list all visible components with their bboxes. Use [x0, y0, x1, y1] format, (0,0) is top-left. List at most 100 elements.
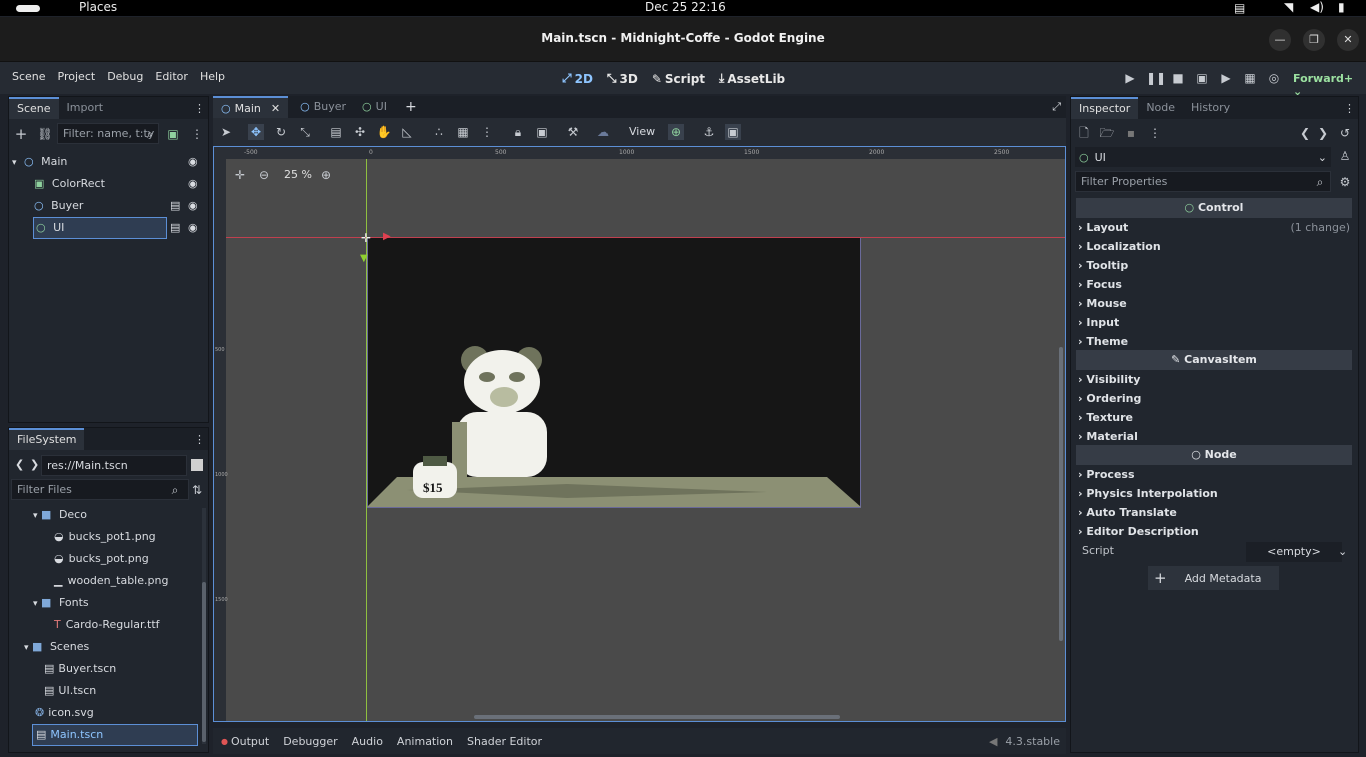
- mode-script-button[interactable]: ✎ Script: [652, 72, 705, 86]
- section-canvasitem[interactable]: ✎ CanvasItem: [1076, 350, 1352, 370]
- folder-scenes[interactable]: ▾ ■ Scenes: [24, 636, 89, 658]
- menu-scene[interactable]: Scene: [12, 70, 46, 83]
- file-bucks-pot1[interactable]: ◒ bucks_pot1.png: [54, 526, 156, 548]
- tab-output[interactable]: Output: [231, 735, 269, 748]
- tab-node[interactable]: Node: [1138, 97, 1183, 119]
- add-tab-icon[interactable]: +: [405, 99, 417, 115]
- tree-node-main[interactable]: ▾ ○ Main ◉: [12, 151, 206, 173]
- prop-layout[interactable]: › Layout (1 change): [1078, 218, 1352, 237]
- folder-deco[interactable]: ▾ ■ Deco: [33, 504, 87, 526]
- pan-tool-icon[interactable]: ✋: [376, 124, 392, 140]
- file-icon-svg[interactable]: ❂ icon.svg: [35, 702, 94, 724]
- activities-pill[interactable]: [16, 5, 40, 12]
- visibility-icon[interactable]: ◉: [188, 217, 198, 239]
- zoom-in-icon[interactable]: ⊕: [318, 167, 334, 183]
- prop-visibility[interactable]: › Visibility: [1078, 370, 1352, 389]
- grid-snap-icon[interactable]: ▦: [455, 124, 471, 140]
- selected-object-select[interactable]: ○ UI ⌄: [1075, 147, 1331, 167]
- file-bucks-pot[interactable]: ◒ bucks_pot.png: [54, 548, 149, 570]
- prop-input[interactable]: › Input: [1078, 313, 1352, 332]
- object-properties-icon[interactable]: ♙: [1337, 148, 1353, 164]
- scene-tab-buyer[interactable]: ○ Buyer: [292, 96, 354, 118]
- move-gizmo-x-icon[interactable]: ▶: [383, 231, 391, 242]
- scene-instance-icon[interactable]: ▤: [170, 195, 180, 217]
- group-icon[interactable]: ▣: [534, 124, 550, 140]
- distraction-free-icon[interactable]: ⤢: [1052, 100, 1061, 114]
- places-menu[interactable]: Places: [79, 0, 117, 14]
- menu-editor[interactable]: Editor: [155, 70, 188, 83]
- vertical-ruler[interactable]: [214, 147, 226, 721]
- menu-help[interactable]: Help: [200, 70, 225, 83]
- path-input[interactable]: res://Main.tscn: [41, 455, 187, 476]
- center-view-icon[interactable]: ✛: [232, 167, 248, 183]
- prop-process[interactable]: › Process: [1078, 465, 1352, 484]
- renderer-select[interactable]: Forward+ ⌄: [1293, 72, 1366, 98]
- battery-icon[interactable]: ▮: [1338, 0, 1345, 14]
- tab-audio[interactable]: Audio: [352, 735, 383, 748]
- resource-menu-icon[interactable]: ⋮: [1147, 125, 1163, 141]
- back-icon[interactable]: ❮: [15, 458, 24, 471]
- prop-tooltip[interactable]: › Tooltip: [1078, 256, 1352, 275]
- save-resource-icon[interactable]: ▪: [1123, 125, 1139, 141]
- ruler-tool-icon[interactable]: ◺: [399, 124, 415, 140]
- version-label[interactable]: 4.3.stable: [1005, 735, 1060, 748]
- tree-node-ui[interactable]: ○ UI ▤ ◉: [33, 217, 206, 239]
- particles-icon[interactable]: ☁: [595, 124, 611, 140]
- scene-instance-icon[interactable]: ▤: [170, 217, 180, 239]
- stop-icon[interactable]: ■: [1170, 70, 1186, 86]
- prop-material[interactable]: › Material: [1078, 427, 1352, 446]
- play-scene-icon[interactable]: ▶: [1218, 70, 1234, 86]
- property-options-icon[interactable]: ⚙: [1337, 174, 1353, 190]
- file-main-tscn[interactable]: ▤ Main.tscn: [32, 724, 198, 746]
- wifi-icon[interactable]: ◥: [1284, 0, 1293, 14]
- view-menu[interactable]: View: [629, 125, 655, 138]
- new-resource-icon[interactable]: 🗋︎: [1076, 125, 1092, 141]
- chevron-down-icon[interactable]: ⌄: [1338, 545, 1347, 558]
- horizontal-ruler[interactable]: [214, 147, 1065, 159]
- lock-icon[interactable]: 🔒︎: [510, 124, 526, 140]
- minimize-button[interactable]: —: [1269, 29, 1291, 51]
- scene-tab-ui[interactable]: ○ UI: [354, 96, 395, 118]
- toggle-split-icon[interactable]: [191, 459, 203, 471]
- move-gizmo-y-icon[interactable]: ▼: [360, 253, 368, 264]
- scene-options-icon[interactable]: ⋮: [189, 126, 205, 142]
- zoom-level[interactable]: 25 %: [284, 168, 312, 181]
- tab-animation[interactable]: Animation: [397, 735, 453, 748]
- history-back-icon[interactable]: ❮: [1297, 125, 1313, 141]
- prop-theme[interactable]: › Theme: [1078, 332, 1352, 351]
- prop-texture[interactable]: › Texture: [1078, 408, 1352, 427]
- file-buyer-tscn[interactable]: ▤ Buyer.tscn: [44, 658, 116, 680]
- movie-maker-icon[interactable]: ◎: [1266, 70, 1282, 86]
- prop-mouse[interactable]: › Mouse: [1078, 294, 1352, 313]
- clock[interactable]: Dec 25 22:16: [645, 0, 726, 14]
- visibility-icon[interactable]: ◉: [188, 151, 198, 173]
- remote-debug-icon[interactable]: ▣: [1194, 70, 1210, 86]
- mode-3d-button[interactable]: ⤡ 3D: [607, 71, 638, 86]
- file-wooden-table[interactable]: ▁ wooden_table.png: [54, 570, 168, 592]
- visibility-icon[interactable]: ◉: [188, 173, 198, 195]
- menu-project[interactable]: Project: [58, 70, 96, 83]
- tab-scene[interactable]: Scene: [9, 97, 59, 119]
- object-history-icon[interactable]: ↺: [1337, 125, 1353, 141]
- scrollbar-thumb[interactable]: [202, 582, 206, 742]
- maximize-button[interactable]: ❐: [1303, 29, 1325, 51]
- canvas-viewport[interactable]: -500 0 500 1000 1500 2000 2500 500 1000 …: [213, 146, 1066, 722]
- scale-tool-icon[interactable]: ⤡: [297, 124, 313, 140]
- tab-inspector[interactable]: Inspector: [1071, 97, 1139, 119]
- rotate-tool-icon[interactable]: ↻: [273, 124, 289, 140]
- clipboard-icon[interactable]: ▤: [1234, 1, 1245, 15]
- dock-menu-icon[interactable]: ⋮: [194, 433, 205, 446]
- filter-properties-input[interactable]: Filter Properties: [1075, 171, 1331, 192]
- smart-snap-icon[interactable]: ∴: [431, 124, 447, 140]
- snap-options-icon[interactable]: ⋮: [479, 124, 495, 140]
- prop-ordering[interactable]: › Ordering: [1078, 389, 1352, 408]
- mode-2d-button[interactable]: ⤢ 2D: [562, 71, 593, 86]
- prop-auto-translate[interactable]: › Auto Translate: [1078, 503, 1352, 522]
- play-custom-icon[interactable]: ▦: [1242, 70, 1258, 86]
- filesystem-scrollbar[interactable]: [202, 508, 206, 744]
- play-icon[interactable]: ▶: [1122, 70, 1138, 86]
- pivot-handle-icon[interactable]: ✛: [361, 231, 371, 245]
- tree-node-colorrect[interactable]: ▣ ColorRect ◉: [34, 173, 206, 195]
- tree-node-buyer[interactable]: ○ Buyer ▤ ◉: [34, 195, 206, 217]
- volume-icon[interactable]: ◀): [1310, 0, 1324, 14]
